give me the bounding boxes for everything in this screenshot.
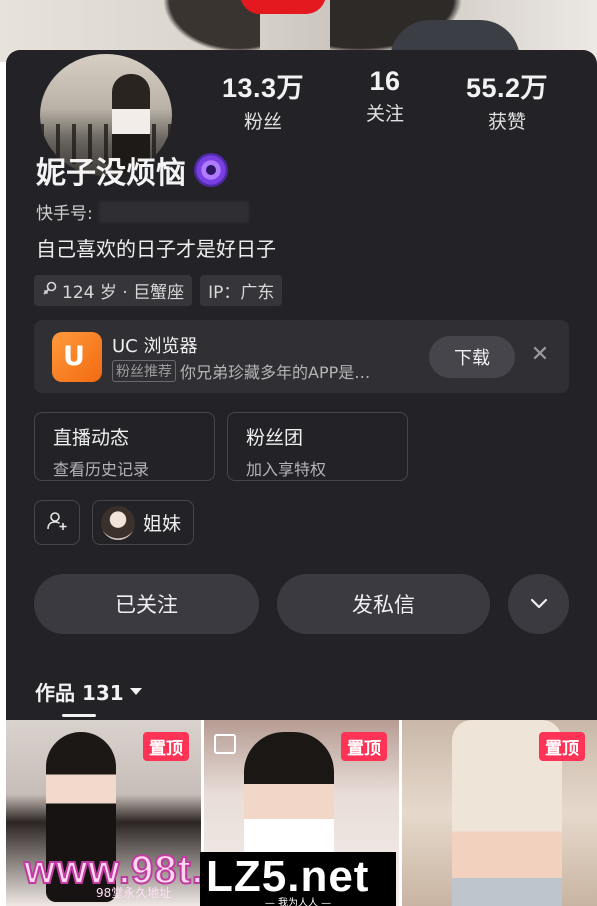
kuaishou-id-blurred [98,200,249,223]
feature-cards: 直播动态 查看历史记录 粉丝团 加入享特权 [34,412,408,481]
followed-button[interactable]: 已关注 [34,574,259,634]
kuaishou-id-row: 快手号: [36,199,249,224]
message-button[interactable]: 发私信 [277,574,490,634]
ad-text: 你兄弟珍藏多年的APP是… [180,363,371,382]
profile-stats: 13.3万 粉丝 16 关注 55.2万 获赞 [0,66,597,133]
watermark-lz5: LZ5.net — 我为人人 — [200,852,396,906]
close-icon[interactable]: ✕ [528,342,552,370]
ad-app-name: UC 浏览器 [112,336,198,357]
tag-ip: IP：广东 [200,275,283,306]
works-label: 作品 131 [35,681,124,705]
ad-subtitle: 粉丝推荐 你兄弟珍藏多年的APP是… [112,359,370,383]
stat-label: 关注 [365,103,404,125]
add-user-icon [46,510,68,536]
ad-label: 粉丝推荐 [112,360,176,382]
friends-row: 姐妹 [34,500,195,545]
stat-following[interactable]: 16 关注 [330,66,440,126]
card-fan-club[interactable]: 粉丝团 加入享特权 [227,412,408,481]
profile-name-row: 妮子没烦恼 [36,148,228,192]
tab-works[interactable]: 作品 131 [35,677,142,706]
uc-browser-icon[interactable]: U [52,332,102,382]
tab-underline [62,714,96,717]
pinned-badge: 置顶 [341,732,387,761]
tag-text: 124 岁 · 巨蟹座 [62,283,185,303]
card-title: 粉丝团 [246,427,304,449]
stat-followers[interactable]: 13.3万 粉丝 [208,66,318,134]
level-badge-icon[interactable] [194,153,228,187]
card-subtitle: 加入享特权 [246,460,327,479]
card-live-activity[interactable]: 直播动态 查看历史记录 [34,412,215,481]
friend-avatar [101,505,135,540]
kuaishou-id-label: 快手号: [36,204,93,224]
friend-chip-label: 姐妹 [143,513,182,535]
stat-label: 粉丝 [243,111,282,133]
pinned-badge: 置顶 [539,732,585,761]
tag-age-zodiac: 124 岁 · 巨蟹座 [34,275,193,306]
banner-lips [240,0,326,14]
tag-text: IP：广东 [208,283,275,303]
caret-down-icon [129,688,142,695]
image-set-icon [214,734,236,754]
chevron-down-icon [529,595,549,614]
download-button[interactable]: 下载 [429,336,515,378]
more-button[interactable] [508,574,569,634]
stat-value: 13.3万 [221,73,305,103]
work-thumb[interactable]: 置顶 [402,720,597,906]
ad-banner[interactable]: U UC 浏览器 粉丝推荐 你兄弟珍藏多年的APP是… 下载 ✕ [34,320,569,393]
female-icon [42,280,58,301]
stat-label: 获赞 [487,111,526,133]
add-friend-button[interactable] [34,500,80,545]
pinned-badge: 置顶 [143,732,189,761]
card-subtitle: 查看历史记录 [53,460,150,479]
stat-value: 55.2万 [465,73,549,103]
profile-bio: 自己喜欢的日子才是好日子 [36,237,276,261]
profile-name: 妮子没烦恼 [36,156,186,191]
friend-chip-sisters[interactable]: 姐妹 [92,500,195,545]
action-buttons: 已关注 发私信 [34,574,569,634]
watermark-98t-sub: 98堂永久地址 [96,886,172,900]
watermark-lz5-sub: — 我为人人 — [264,898,332,906]
card-title: 直播动态 [53,427,130,449]
stat-value: 16 [369,66,401,96]
profile-tags: 124 岁 · 巨蟹座 IP：广东 [34,275,283,306]
stat-likes[interactable]: 55.2万 获赞 [452,66,562,134]
